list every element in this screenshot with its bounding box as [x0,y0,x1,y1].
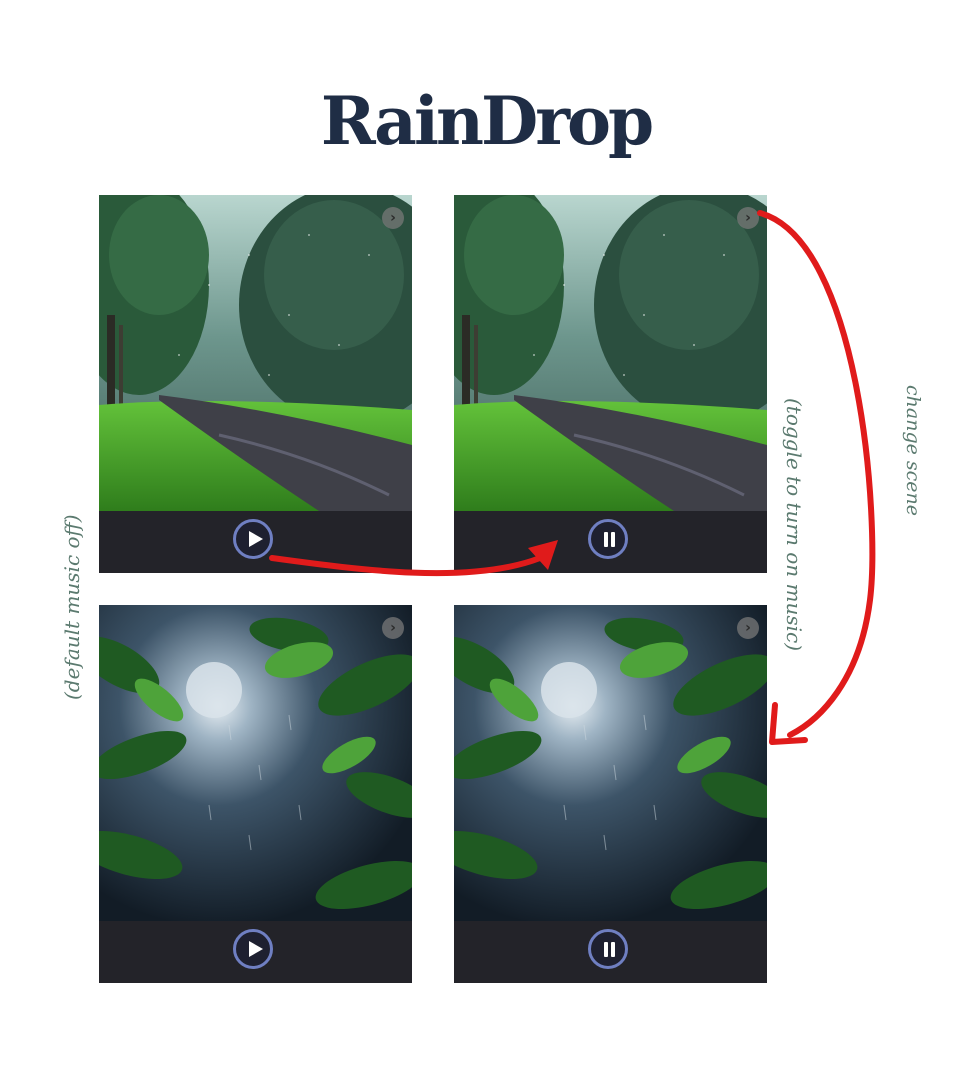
pause-icon [604,532,608,547]
annotation-default-music-off: (default music off) [60,514,84,700]
scene-card-forest-playing: › [454,195,767,573]
annotation-toggle-music: (toggle to turn on music) [782,398,806,652]
next-scene-button[interactable]: › [737,207,759,229]
scene-image-jungle-moon: › [454,605,767,921]
next-scene-button[interactable]: › [382,617,404,639]
app-title: RainDrop [320,82,654,160]
scene-image-jungle-moon: › [99,605,412,921]
arrow-head-icon [769,702,808,745]
control-bar [99,511,412,573]
scene-image-forest-road: › [99,195,412,511]
control-bar [454,921,767,983]
pause-icon [604,942,608,957]
pause-button[interactable] [588,929,628,969]
pause-icon [611,532,615,547]
pause-icon [611,942,615,957]
play-icon [249,531,263,547]
next-scene-button[interactable]: › [382,207,404,229]
scene-image-forest-road: › [454,195,767,511]
arrow-change-scene [757,210,876,738]
play-icon [249,941,263,957]
scene-card-jungle-paused: › [99,605,412,983]
scene-card-forest-paused: › [99,195,412,573]
play-button[interactable] [233,519,273,559]
annotation-change-scene: change scene [902,385,924,517]
pause-button[interactable] [588,519,628,559]
control-bar [99,921,412,983]
next-scene-button[interactable]: › [737,617,759,639]
play-button[interactable] [233,929,273,969]
scene-card-jungle-playing: › [454,605,767,983]
control-bar [454,511,767,573]
